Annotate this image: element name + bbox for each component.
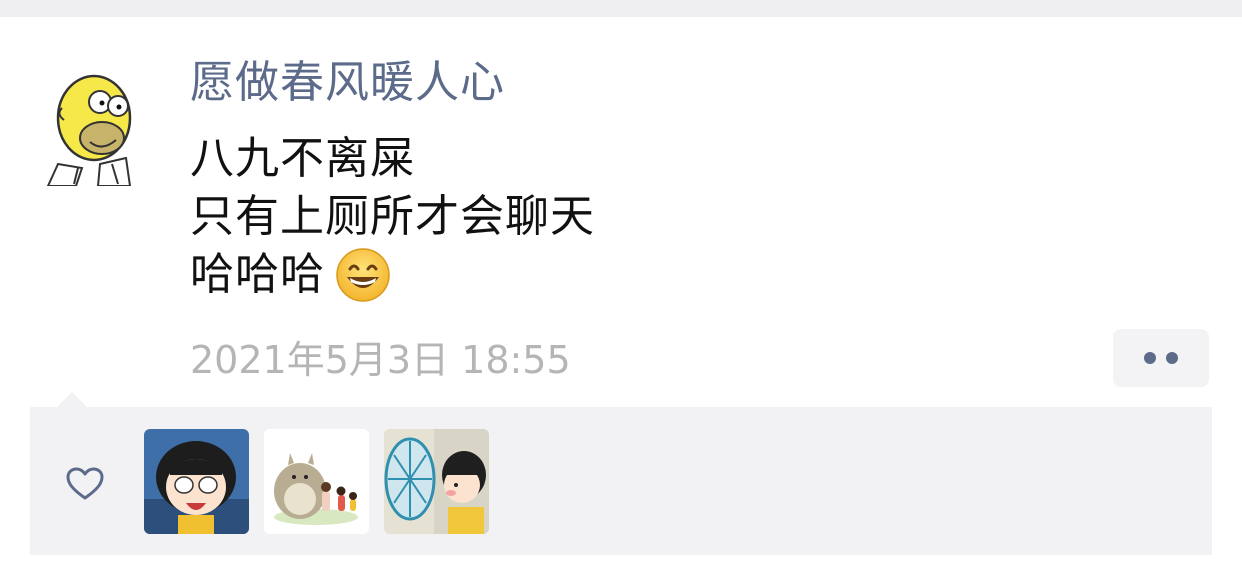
top-separator [0,0,1242,17]
likes-panel [30,392,1212,555]
heart-outline-icon [66,467,104,501]
user-avatar[interactable] [38,68,146,186]
post-text-line: 哈哈哈 [190,249,325,300]
dot-icon [1144,352,1156,364]
post-timestamp: 2021年5月3日 18:55 [190,338,571,382]
liker-avatar[interactable] [384,429,489,534]
dot-icon [1166,352,1178,364]
post-content: 八九不离屎 只有上厕所才会聊天 哈哈哈 [190,130,595,304]
post-text-line-with-emoji: 哈哈哈 [190,246,595,304]
grinning-face-emoji [335,247,391,303]
more-actions-button[interactable] [1113,329,1209,387]
liker-avatar[interactable] [264,429,369,534]
post-author-name[interactable]: 愿做春风暖人心 [190,56,505,110]
post-text-line: 只有上厕所才会聊天 [190,191,595,242]
likes-panel-pointer [57,392,87,407]
post-text-line: 八九不离屎 [190,133,415,184]
liker-avatar[interactable] [144,429,249,534]
